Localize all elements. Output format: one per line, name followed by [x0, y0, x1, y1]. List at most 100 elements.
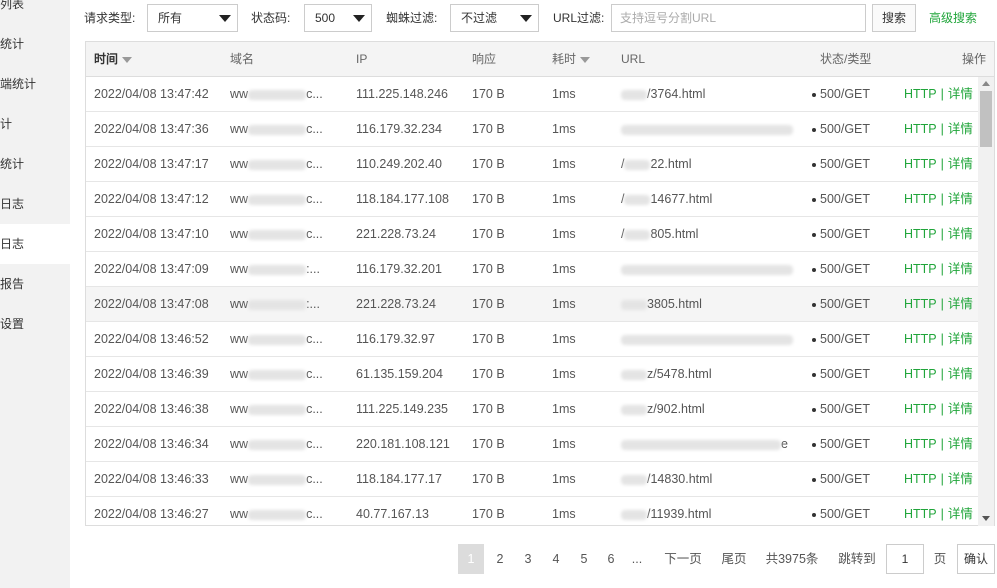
domain-prefix: ww [230, 472, 249, 486]
separator: | [940, 297, 944, 311]
domain-prefix: ww [230, 332, 249, 346]
http-link[interactable]: HTTP [904, 227, 937, 241]
cell-size: 170 B [472, 472, 505, 486]
cell-duration: 1ms [552, 507, 576, 521]
sidebar-item[interactable]: 计 [0, 104, 70, 144]
page-button[interactable]: 2 [487, 544, 513, 574]
cell-size: 170 B [472, 367, 505, 381]
cell-duration: 1ms [552, 122, 576, 136]
redacted-text [248, 124, 307, 135]
page-button[interactable]: 3 [515, 544, 541, 574]
redacted-text [621, 369, 647, 380]
redacted-text [621, 334, 793, 345]
detail-link[interactable]: 详情 [948, 157, 973, 171]
separator: | [940, 332, 944, 346]
cell-time: 2022/04/08 13:47:17 [94, 157, 209, 171]
cell-size: 170 B [472, 262, 505, 276]
cell-duration: 1ms [552, 87, 576, 101]
sort-down-icon [580, 56, 591, 63]
request-type-select[interactable]: 所有 [147, 4, 238, 32]
http-link[interactable]: HTTP [904, 507, 937, 521]
http-link[interactable]: HTTP [904, 87, 937, 101]
scrollbar-thumb[interactable] [980, 91, 992, 147]
search-button[interactable]: 搜索 [872, 4, 916, 32]
col-time[interactable]: 时间 [94, 42, 133, 77]
sidebar-item-label: 日志 [0, 197, 25, 211]
col-duration[interactable]: 耗时 [552, 42, 591, 77]
cell-actions: HTTP | 详情 [904, 462, 973, 497]
detail-link[interactable]: 详情 [948, 437, 973, 451]
page-button[interactable]: 4 [543, 544, 569, 574]
sidebar-item[interactable]: 报告 [0, 264, 70, 304]
http-link[interactable]: HTTP [904, 332, 937, 346]
next-page-button[interactable]: 下一页 [658, 544, 708, 574]
spider-filter-select[interactable]: 不过滤 [450, 4, 539, 32]
sidebar-item-label: 端统计 [0, 77, 37, 91]
http-link[interactable]: HTTP [904, 157, 937, 171]
sidebar-item[interactable]: 端统计 [0, 64, 70, 104]
separator: | [940, 157, 944, 171]
cell-status: 500/GET [812, 357, 870, 392]
domain-suffix: c... [306, 472, 323, 486]
sidebar-item[interactable]: 统计 [0, 144, 70, 184]
http-link[interactable]: HTTP [904, 367, 937, 381]
sidebar-item-label: 报告 [0, 277, 25, 291]
detail-link[interactable]: 详情 [948, 87, 973, 101]
http-link[interactable]: HTTP [904, 122, 937, 136]
cell-size: 170 B [472, 297, 505, 311]
detail-link[interactable]: 详情 [948, 227, 973, 241]
cell-status: 500/GET [812, 322, 870, 357]
url-filter-input[interactable]: 支持逗号分割URL [611, 4, 866, 32]
sidebar-item[interactable]: 设置 [0, 304, 70, 344]
cell-status: 500/GET [812, 217, 870, 252]
url-suffix: /3764.html [647, 87, 706, 101]
cell-ip: 118.184.177.17 [356, 472, 442, 486]
table-row: 2022/04/08 13:47:17 ww c... 110.249.202.40 1… [86, 147, 980, 182]
cell-actions: HTTP | 详情 [904, 77, 973, 112]
http-link[interactable]: HTTP [904, 262, 937, 276]
cell-size: 170 B [472, 87, 505, 101]
cell-domain: ww c... [230, 217, 323, 252]
domain-prefix: ww [230, 297, 249, 311]
cell-size: 170 B [472, 507, 505, 521]
http-link[interactable]: HTTP [904, 192, 937, 206]
scroll-down-icon[interactable] [982, 516, 990, 521]
detail-link[interactable]: 详情 [948, 192, 973, 206]
detail-link[interactable]: 详情 [948, 402, 973, 416]
vertical-scrollbar[interactable] [978, 77, 994, 526]
cell-url: 3805.html [621, 287, 702, 322]
col-response: 响应 [472, 52, 497, 66]
jump-confirm-button[interactable]: 确认 [957, 544, 995, 574]
url-suffix: /11939.html [647, 507, 712, 521]
sidebar-item[interactable]: 统计 [0, 24, 70, 64]
last-page-button[interactable]: 尾页 [716, 544, 752, 574]
sidebar-item[interactable]: 日志 [0, 184, 70, 224]
http-link[interactable]: HTTP [904, 402, 937, 416]
scroll-up-icon[interactable] [982, 81, 990, 86]
detail-link[interactable]: 详情 [948, 122, 973, 136]
detail-link[interactable]: 详情 [948, 262, 973, 276]
url-filter-label: URL过滤: [553, 11, 605, 25]
http-link[interactable]: HTTP [904, 297, 937, 311]
sidebar-item[interactable]: 日志 [0, 224, 70, 264]
page-button[interactable]: 5 [571, 544, 597, 574]
http-link[interactable]: HTTP [904, 437, 937, 451]
status-code-select[interactable]: 500 [304, 4, 372, 32]
sidebar-item[interactable]: 列表 [0, 0, 70, 24]
pagination: 123456 ... 下一页 尾页 共3975条 跳转到 1 页 确认 [0, 544, 997, 574]
http-link[interactable]: HTTP [904, 472, 937, 486]
table-row: 2022/04/08 13:46:33 ww c... 118.184.177.17 1… [86, 462, 980, 497]
cell-domain: ww c... [230, 392, 323, 427]
detail-link[interactable]: 详情 [948, 472, 973, 486]
domain-suffix: c... [306, 227, 323, 241]
advanced-search-link[interactable]: 高级搜索 [929, 4, 977, 32]
sidebar-item-label: 统计 [0, 157, 25, 171]
detail-link[interactable]: 详情 [948, 507, 973, 521]
jump-page-input[interactable]: 1 [886, 544, 924, 574]
domain-prefix: ww [230, 87, 249, 101]
detail-link[interactable]: 详情 [948, 367, 973, 381]
detail-link[interactable]: 详情 [948, 297, 973, 311]
detail-link[interactable]: 详情 [948, 332, 973, 346]
page-button[interactable]: 6 [598, 544, 624, 574]
page-button[interactable]: 1 [458, 544, 484, 574]
